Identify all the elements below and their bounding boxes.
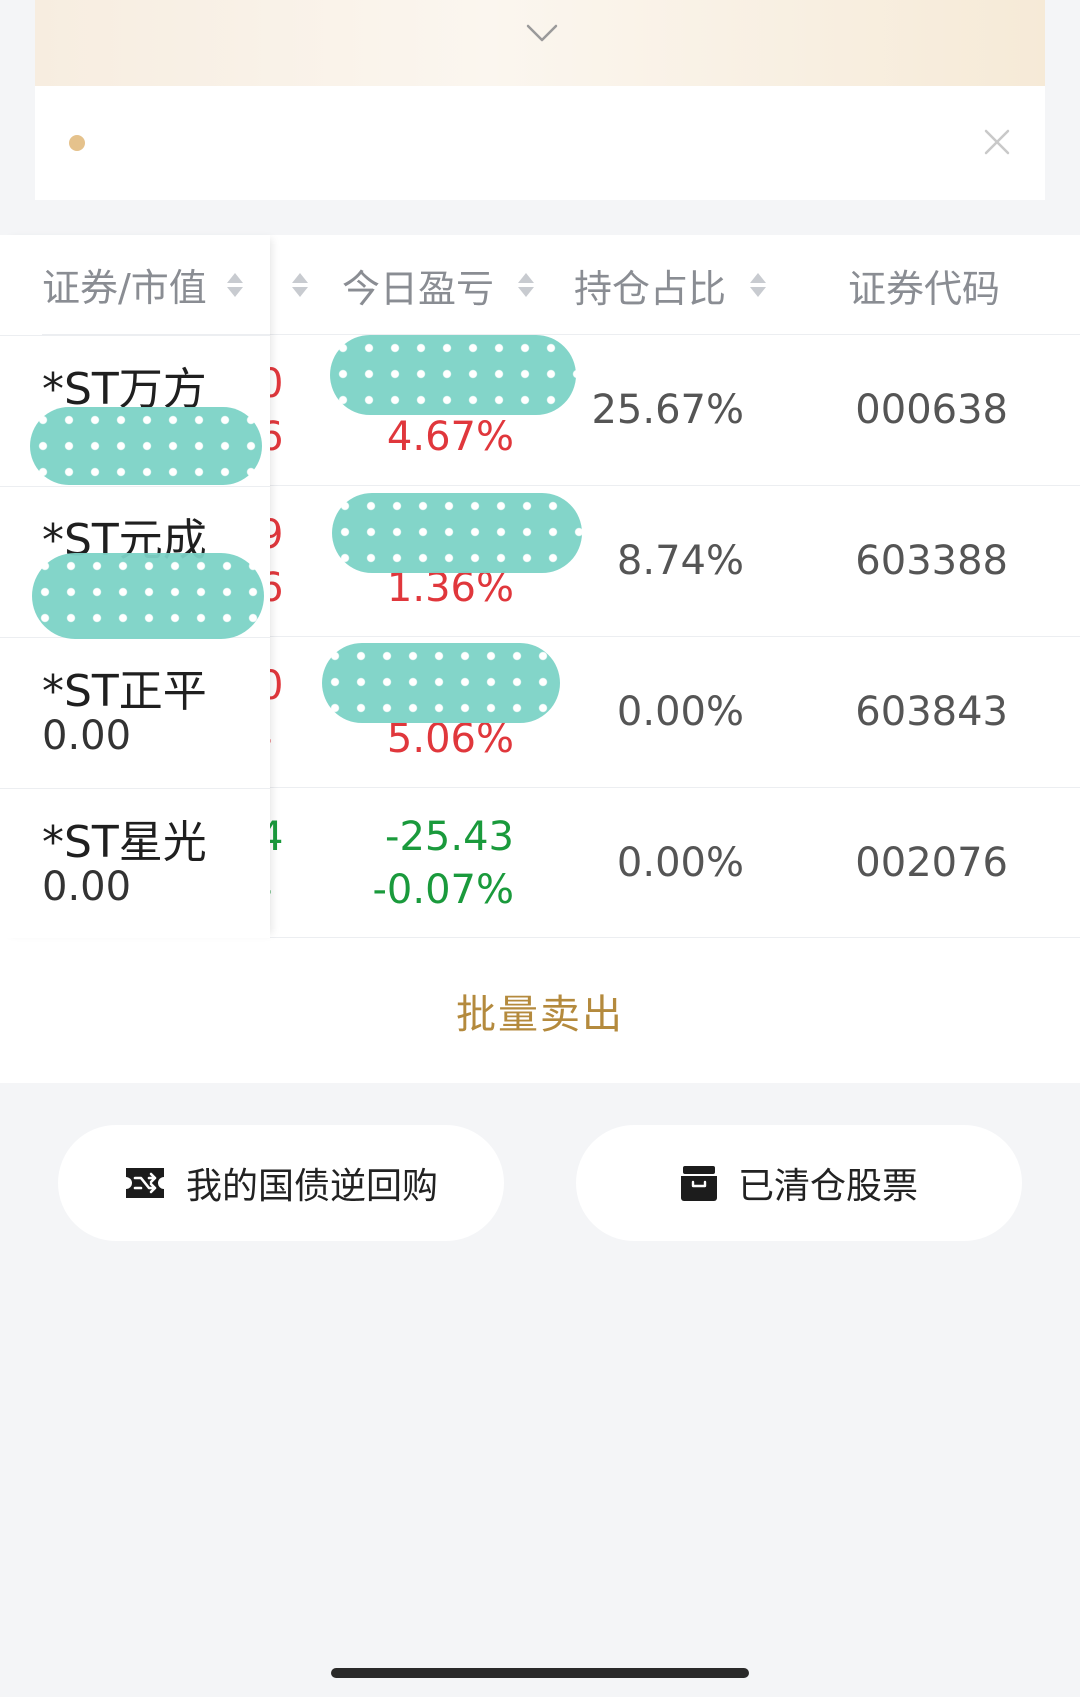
sort-icon — [518, 266, 535, 304]
security-name[interactable]: *ST正平 — [42, 655, 207, 719]
repo-button[interactable]: 我的国债逆回购 — [58, 1125, 504, 1241]
sort-icon — [292, 266, 308, 304]
notice-bar — [35, 86, 1045, 200]
redaction-mask — [32, 553, 264, 639]
ticket-icon — [125, 1168, 164, 1198]
redaction-mask — [322, 643, 560, 723]
home-indicator[interactable] — [331, 1668, 749, 1678]
promo-banner — [35, 0, 1045, 200]
sort-hidden-column[interactable] — [292, 235, 308, 335]
holdings-table: 今日盈亏 持仓占比 证券代码 0 6 4.67% 25.67% 000638 9… — [0, 235, 1080, 1083]
sort-icon — [750, 266, 767, 304]
position-ratio: 25.67% — [591, 387, 744, 433]
redaction-mask — [330, 335, 576, 415]
cleared-stocks-label: 已清仓股票 — [737, 1166, 918, 1207]
header-label: 证券/市值 — [42, 266, 207, 310]
security-code: 603843 — [855, 689, 1008, 735]
chevron-down-icon[interactable] — [522, 18, 562, 48]
redaction-mask — [30, 407, 262, 485]
batch-sell-button[interactable]: 批量卖出 — [0, 938, 1080, 1083]
archive-box-icon — [680, 1166, 717, 1201]
market-value: 0.00 — [42, 864, 132, 910]
position-ratio: 0.00% — [616, 840, 744, 886]
security-code: 002076 — [855, 840, 1008, 886]
security-code: 000638 — [855, 387, 1008, 433]
header-label: 证券代码 — [848, 266, 1001, 311]
position-ratio: 8.74% — [616, 538, 744, 584]
cleared-stocks-button[interactable]: 已清仓股票 — [576, 1125, 1022, 1241]
header-security[interactable]: 证券/市值 — [42, 235, 270, 335]
repo-label: 我的国债逆回购 — [185, 1166, 438, 1207]
position-ratio: 0.00% — [616, 689, 744, 735]
redaction-mask — [332, 493, 582, 573]
close-icon[interactable] — [983, 128, 1011, 156]
today-pnl-percent: 4.67% — [386, 414, 514, 460]
security-name[interactable]: *ST星光 — [42, 806, 207, 870]
header-label: 今日盈亏 — [342, 266, 495, 311]
header-position-ratio[interactable]: 持仓占比 — [574, 235, 767, 335]
notice-dot — [69, 135, 85, 151]
today-pnl-percent: -0.07% — [372, 867, 514, 913]
header-today-pnl[interactable]: 今日盈亏 — [342, 235, 535, 335]
banner-header[interactable] — [35, 0, 1045, 86]
header-label: 持仓占比 — [574, 266, 727, 311]
security-code: 603388 — [855, 538, 1008, 584]
sort-icon — [226, 266, 243, 304]
header-code: 证券代码 — [848, 235, 1000, 335]
market-value: 0.00 — [42, 713, 132, 759]
today-pnl-amount: -25.43 — [385, 814, 514, 860]
